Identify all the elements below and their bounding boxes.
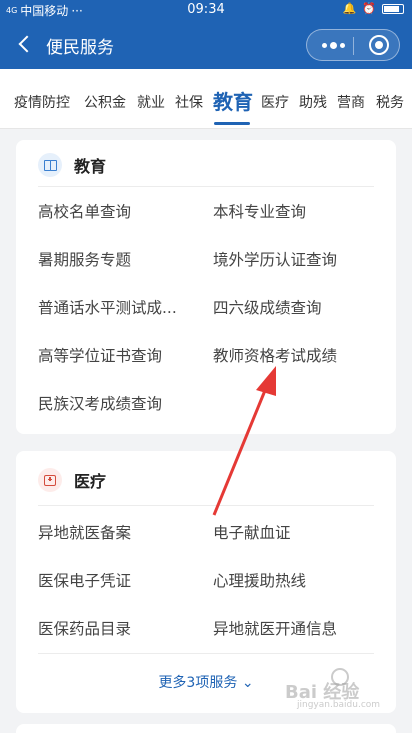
baidu-watermark: Bai 经验 jingyan.baidu.com: [285, 668, 405, 710]
watermark-sub: jingyan.baidu.com: [297, 700, 381, 710]
arrow-head: [256, 366, 276, 396]
arrow-shaft: [212, 387, 268, 516]
red-arrow-annotation: [212, 366, 276, 516]
